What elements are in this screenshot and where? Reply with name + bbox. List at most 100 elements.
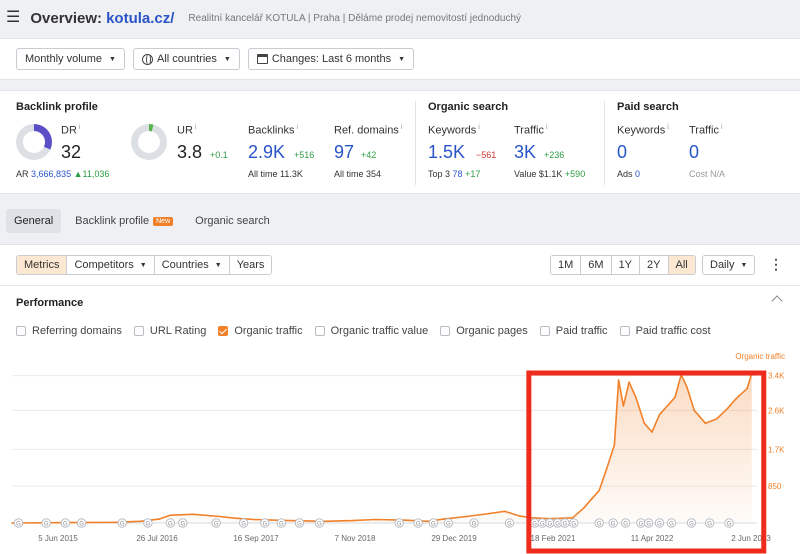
info-icon[interactable]: i [195, 124, 197, 131]
ads-value-link[interactable]: 0 [635, 169, 640, 179]
granularity-dropdown[interactable]: Daily ▼ [702, 255, 756, 275]
cost-value: N/A [710, 169, 726, 179]
data-point [590, 498, 593, 500]
range-1m-button[interactable]: 1M [551, 256, 582, 274]
countries-dropdown-label: All countries [156, 53, 217, 65]
data-point [503, 510, 506, 513]
countries-dropdown[interactable]: All countries ▼ [132, 48, 240, 70]
data-point [351, 519, 354, 522]
range-6m-button[interactable]: 6M [581, 256, 612, 274]
countries-chart-dropdown[interactable]: Countries ▼ [154, 256, 230, 274]
dr-donut-chart [16, 124, 52, 160]
checkbox-organic-traffic-value[interactable]: Organic traffic value [314, 325, 428, 337]
range-2y-button[interactable]: 2Y [640, 256, 669, 274]
info-icon[interactable]: i [478, 124, 480, 131]
checkbox-organic-traffic[interactable]: Organic traffic [218, 325, 303, 337]
organic-keywords-label: Keywords i [428, 124, 480, 137]
google-update-marker-label: G [646, 522, 651, 528]
backlinks-value-link[interactable]: 2.9K [248, 142, 285, 163]
google-update-marker-label: G [317, 522, 322, 528]
data-point [658, 413, 661, 416]
data-point [738, 394, 741, 396]
info-icon[interactable]: i [401, 124, 403, 131]
checkbox-organic-pages[interactable]: Organic pages [440, 325, 528, 337]
ur-delta: +0.1 [210, 150, 228, 160]
x-tick-label: 29 Dec 2019 [431, 534, 477, 543]
tab-general[interactable]: General [6, 209, 62, 233]
y-tick-label: 2.6K [768, 406, 785, 415]
checkbox-paid-traffic-cost[interactable]: Paid traffic cost [619, 325, 711, 337]
metrics-tab[interactable]: Metrics [17, 256, 68, 274]
new-badge: New [153, 216, 174, 226]
x-tick-label: 16 Sep 2017 [233, 534, 279, 543]
info-icon[interactable]: i [296, 124, 298, 131]
info-icon[interactable]: i [667, 124, 669, 131]
google-update-marker-label: G [597, 522, 602, 528]
range-1y-button[interactable]: 1Y [611, 256, 641, 274]
more-options-icon[interactable]: ⋮ [769, 257, 783, 271]
chevron-down-icon: ▼ [214, 261, 222, 269]
changes-dropdown[interactable]: Changes: Last 6 months ▼ [247, 48, 415, 70]
years-tab[interactable]: Years [229, 256, 272, 274]
y-tick-label: 850 [768, 482, 782, 491]
ref-domains-value-link[interactable]: 97 [334, 142, 354, 163]
chevron-down-icon: ▼ [398, 55, 406, 63]
target-domain-link[interactable]: kotula.cz/ [106, 10, 174, 27]
ar-value-link[interactable]: 3,666,835 [31, 169, 71, 179]
x-tick-label: 5 Jun 2015 [38, 534, 78, 543]
top3-value-link[interactable]: 78 [453, 169, 463, 179]
x-tick-label: 18 Feb 2021 [531, 534, 576, 543]
google-update-marker-label: G [397, 522, 402, 528]
tab-backlink-profile[interactable]: Backlink profile New [67, 209, 181, 233]
paid-traffic-label: Traffic i [689, 124, 723, 137]
checkbox-box [16, 326, 26, 336]
organic-traffic-chart: Organic traffic8501.7K2.6K3.4KG G G G G G G G G G… [11, 352, 785, 554]
organic-traffic-value-link[interactable]: 3K [514, 142, 536, 163]
metric-checkboxes: Referring domains URL Rating Organic tra… [16, 325, 723, 337]
paid-keywords-value-link[interactable]: 0 [617, 142, 627, 163]
dr-value: 32 [61, 142, 82, 162]
info-icon[interactable]: i [79, 124, 81, 131]
checkbox-url-rating[interactable]: URL Rating [133, 325, 206, 337]
calendar-icon [256, 54, 268, 64]
range-all-button[interactable]: All [668, 256, 695, 274]
date-range-segment: 1M 6M 1Y 2Y All [550, 255, 696, 275]
google-update-marker-label: G [689, 522, 694, 528]
google-update-marker-label: G [44, 522, 49, 528]
data-point [674, 396, 676, 399]
page-title: Overview: [30, 9, 103, 27]
google-update-marker-label: G [547, 522, 552, 528]
paid-traffic-value-link[interactable]: 0 [689, 142, 699, 163]
ads-row: Ads 0 [617, 169, 641, 179]
data-point [746, 387, 748, 390]
google-update-marker-label: G [416, 522, 421, 528]
chevron-up-icon[interactable] [771, 295, 783, 307]
organic-keywords-value-link[interactable]: 1.5K [428, 142, 465, 163]
volume-dropdown[interactable]: Monthly volume ▼ [16, 48, 125, 70]
tab-organic-search[interactable]: Organic search [187, 209, 278, 233]
traffic-value-delta: +590 [564, 169, 586, 179]
data-point [253, 518, 256, 521]
data-point [115, 521, 117, 524]
data-point [519, 515, 521, 517]
hamburger-icon[interactable]: ☰ [6, 10, 20, 26]
checkbox-paid-traffic[interactable]: Paid traffic [539, 325, 608, 337]
info-icon[interactable]: i [546, 124, 548, 131]
data-point [404, 519, 407, 521]
info-icon[interactable]: i [721, 124, 723, 131]
data-point [622, 405, 625, 407]
google-update-marker-label: G [472, 522, 477, 528]
data-point [374, 518, 377, 521]
page-subtitle: Realitní kancelář KOTULA | Praha | Dělám… [188, 12, 522, 24]
google-update-marker-label: G [279, 522, 284, 528]
checkbox-referring-domains[interactable]: Referring domains [16, 325, 122, 337]
google-update-marker-label: G [262, 522, 267, 528]
google-update-marker-label: G [146, 522, 151, 528]
competitors-dropdown[interactable]: Competitors ▼ [67, 256, 155, 274]
ar-row: AR 3,666,835 ▲11,036 [16, 169, 110, 179]
google-update-marker-label: G [623, 522, 628, 528]
y-axis-title: Organic traffic [735, 352, 785, 361]
google-update-marker-label: G [297, 522, 302, 528]
data-point [734, 398, 737, 401]
google-update-marker-label: G [446, 522, 451, 528]
